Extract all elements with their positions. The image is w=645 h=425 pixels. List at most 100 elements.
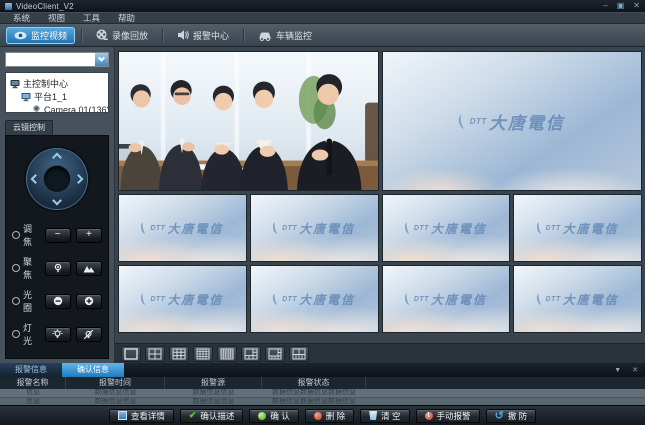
video-main-area: DTT 大唐電信 DTT大唐電信 DTT大唐電信 DTT大唐電信 DTT大唐電信… xyxy=(115,47,645,363)
video-cell-idle[interactable]: DTT大唐電信 xyxy=(118,194,247,262)
video-cell-idle[interactable]: DTT大唐電信 xyxy=(250,194,379,262)
tab-vehicle-monitor[interactable]: 车辆监控 xyxy=(250,27,320,44)
layout-8-button[interactable] xyxy=(265,346,285,362)
focus-near-icon xyxy=(53,263,63,273)
dpad-up-button[interactable] xyxy=(52,153,62,163)
live-video-frame xyxy=(119,52,378,190)
tab-playback-label: 录像回放 xyxy=(112,29,148,42)
logo-name: 大唐電信 xyxy=(299,220,355,237)
eye-icon xyxy=(14,30,27,41)
iris-open-button[interactable] xyxy=(76,294,102,309)
focus-near-button[interactable] xyxy=(45,261,71,276)
car-icon xyxy=(258,30,272,41)
logo-crescent-icon xyxy=(404,221,413,234)
watermark-logo: DTT大唐電信 xyxy=(383,266,510,332)
video-cell-idle[interactable]: DTT大唐電信 xyxy=(513,265,642,333)
layout-10-button[interactable] xyxy=(289,346,309,362)
focus-far-icon xyxy=(83,264,95,273)
layout-1-icon xyxy=(124,348,138,360)
logo-abbr: DTT xyxy=(150,296,165,303)
maximize-button[interactable]: ▣ xyxy=(617,2,625,10)
logo-name: 大唐電信 xyxy=(431,291,487,308)
ptz-panel-body: 调焦 − + 聚焦 光圈 xyxy=(5,135,109,359)
disarm-icon: ↺ xyxy=(495,411,504,421)
video-cell-idle[interactable]: DTT大唐電信 xyxy=(382,194,511,262)
tree-item-platform1[interactable]: 平台1_1 xyxy=(21,90,106,103)
layout-25-button[interactable] xyxy=(217,346,237,362)
view-details-button[interactable]: 查看详情 xyxy=(109,409,174,423)
dpad-right-button[interactable] xyxy=(74,174,84,184)
iris-plus-icon xyxy=(84,296,94,306)
device-combo[interactable] xyxy=(5,52,109,67)
clear-button[interactable]: 清 空 xyxy=(360,409,409,423)
video-cell-live[interactable] xyxy=(118,51,379,191)
tab-alarm-center[interactable]: 报警中心 xyxy=(169,27,237,44)
ptz-iris-row: 光圈 xyxy=(12,288,102,314)
focus-far-button[interactable] xyxy=(76,261,102,276)
logo-abbr: DTT xyxy=(282,225,297,232)
menu-item-system[interactable]: 系统 xyxy=(4,12,39,24)
tab-playback[interactable]: 录像回放 xyxy=(88,27,156,44)
cell-filler xyxy=(366,389,645,397)
watermark-logo: DTT大唐電信 xyxy=(251,195,378,261)
camera-icon xyxy=(32,105,41,114)
tree-item-camera-136[interactable]: Camera 01(136) xyxy=(32,103,106,113)
ptz-light-row: 灯光 xyxy=(12,321,102,347)
video-cell-idle[interactable]: DTT大唐電信 xyxy=(382,265,511,333)
menu-item-view[interactable]: 视图 xyxy=(39,12,74,24)
alarm-panel: 报警信息 确认信息 ▼ ✕ 报警名称 报警时间 报警源 报警状态 信息 数据信息… xyxy=(0,363,645,405)
disarm-label: 撤 防 xyxy=(508,410,527,422)
confirm-description-button[interactable]: ✔ 确认描述 xyxy=(180,409,244,423)
delete-button[interactable]: 删 除 xyxy=(305,409,354,423)
minimize-button[interactable]: – xyxy=(603,2,607,10)
logo-name: 大唐電信 xyxy=(167,220,223,237)
ptz-light-label: 灯光 xyxy=(23,321,40,347)
close-button[interactable]: ✕ xyxy=(633,2,640,10)
layout-6-button[interactable] xyxy=(241,346,261,362)
light-off-button[interactable] xyxy=(76,327,102,342)
film-icon xyxy=(96,29,108,41)
dpad-down-button[interactable] xyxy=(52,196,62,206)
confirm-button[interactable]: 确 认 xyxy=(249,409,298,423)
layout-4-button[interactable] xyxy=(145,346,165,362)
logo-abbr: DTT xyxy=(414,296,429,303)
menu-item-tools[interactable]: 工具 xyxy=(74,12,109,24)
disarm-button[interactable]: ↺ 撤 防 xyxy=(486,409,537,423)
light-on-button[interactable] xyxy=(45,327,71,342)
collapse-panel-icon[interactable]: ▼ xyxy=(614,367,621,374)
header-alarm-source: 报警源 xyxy=(165,377,262,389)
tab-monitor-video[interactable]: 监控视频 xyxy=(6,27,75,44)
tree-item-label: 平台1_1 xyxy=(34,90,67,103)
ptz-panel-title[interactable]: 云镜控制 xyxy=(5,120,53,135)
logo-crescent-icon xyxy=(457,113,469,130)
layout-9-button[interactable] xyxy=(169,346,189,362)
layout-bar xyxy=(115,343,645,363)
manual-alarm-button[interactable]: ! 手动报警 xyxy=(416,409,480,423)
video-cell-idle[interactable]: DTT大唐電信 xyxy=(118,265,247,333)
dpad-left-button[interactable] xyxy=(31,174,41,184)
layout-16-button[interactable] xyxy=(193,346,213,362)
layout-4-icon xyxy=(148,348,162,360)
zoom-in-button[interactable]: + xyxy=(76,228,102,243)
video-cell-idle[interactable]: DTT大唐電信 xyxy=(250,265,379,333)
table-row[interactable]: 信息 数据信息信息 数据信息信息 数据信息数据信息数据信息 xyxy=(0,389,645,397)
close-panel-icon[interactable]: ✕ xyxy=(632,366,638,374)
tree-item-control-center[interactable]: 主控制中心 xyxy=(10,77,106,90)
video-cell-idle[interactable]: DTT大唐電信 xyxy=(513,194,642,262)
layout-1-button[interactable] xyxy=(121,346,141,362)
monitor-icon xyxy=(10,79,20,89)
iris-close-button[interactable] xyxy=(45,294,71,309)
table-row[interactable]: 信息 数据信息信息 数据信息信息 数据信息数据信息数据信息 xyxy=(0,397,645,405)
combo-dropdown-button[interactable] xyxy=(95,53,108,66)
ptz-panel: 云镜控制 调焦 − + 聚焦 xyxy=(5,120,109,359)
layout-25-icon xyxy=(220,348,234,360)
tab-alarm-info[interactable]: 报警信息 xyxy=(0,363,62,377)
ptz-dpad[interactable] xyxy=(26,148,88,210)
content-area: 主控制中心 平台1_1 Camera 01(136) Camera 01(154… xyxy=(0,47,645,363)
tab-confirmed-info[interactable]: 确认信息 xyxy=(62,363,124,377)
confirm-check-icon: ✔ xyxy=(189,411,197,420)
menu-item-help[interactable]: 帮助 xyxy=(109,12,144,24)
zoom-out-button[interactable]: − xyxy=(45,228,71,243)
video-cell-idle[interactable]: DTT 大唐電信 xyxy=(382,51,643,191)
logo-name: 大唐電信 xyxy=(299,291,355,308)
